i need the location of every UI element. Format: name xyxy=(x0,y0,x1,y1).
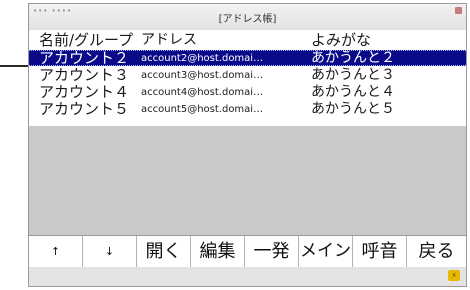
contact-reading: あかうんと４ xyxy=(311,84,395,100)
contact-name: アカウント５ xyxy=(39,101,130,118)
one-touch-button[interactable]: 一発 xyxy=(245,236,299,267)
contact-name: アカウント２ xyxy=(39,50,130,67)
close-icon[interactable] xyxy=(455,7,462,14)
edit-button[interactable]: 編集 xyxy=(191,236,245,267)
contact-reading: あかうんと５ xyxy=(311,101,395,117)
device-screen: ••• •••• [アドレス帳] 名前/グループ アドレス よみがな アカウント… xyxy=(28,3,467,287)
contact-address: account5@host.domai… xyxy=(141,104,264,115)
contact-reading: あかうんと３ xyxy=(311,67,395,83)
list-item[interactable]: アカウント３ account3@host.domai… あかうんと３ xyxy=(29,67,466,84)
address-book-list[interactable]: 名前/グループ アドレス よみがな アカウント２ account2@host.d… xyxy=(29,30,466,235)
window-title: [アドレス帳] xyxy=(218,14,277,25)
contact-reading: あかうんと２ xyxy=(311,50,395,66)
contact-address: account4@host.domai… xyxy=(141,87,264,98)
contact-name: アカウント３ xyxy=(39,67,130,84)
callout-line xyxy=(0,65,31,67)
open-button[interactable]: 開く xyxy=(137,236,191,267)
contact-address: account2@host.domai… xyxy=(141,53,264,64)
battery-icon: ⚡ xyxy=(448,270,460,281)
scroll-up-button[interactable]: ↑ xyxy=(29,236,83,267)
screenshot-stage: ••• •••• [アドレス帳] 名前/グループ アドレス よみがな アカウント… xyxy=(0,0,470,290)
column-header-name: 名前/グループ xyxy=(39,32,134,49)
list-item-selected[interactable]: アカウント２ account2@host.domai… あかうんと２ xyxy=(29,50,466,67)
contact-name: アカウント４ xyxy=(39,84,130,101)
function-key-bar: ↑ ↓ 開く 編集 一発 メイン 呼音 戻る xyxy=(29,235,466,268)
mail-button[interactable]: メイン xyxy=(299,236,353,267)
list-header: 名前/グループ アドレス よみがな xyxy=(29,32,466,49)
title-bar: ••• •••• [アドレス帳] xyxy=(29,4,466,31)
contact-address: account3@host.domai… xyxy=(141,70,264,81)
ringtone-button[interactable]: 呼音 xyxy=(353,236,407,267)
back-button[interactable]: 戻る xyxy=(407,236,466,267)
status-bar: ⚡ xyxy=(29,267,466,286)
list-item[interactable]: アカウント５ account5@host.domai… あかうんと５ xyxy=(29,101,466,118)
scroll-down-button[interactable]: ↓ xyxy=(83,236,137,267)
column-header-reading: よみがな xyxy=(311,32,372,49)
list-item[interactable]: アカウント４ account4@host.domai… あかうんと４ xyxy=(29,84,466,101)
column-header-address: アドレス xyxy=(141,32,197,48)
